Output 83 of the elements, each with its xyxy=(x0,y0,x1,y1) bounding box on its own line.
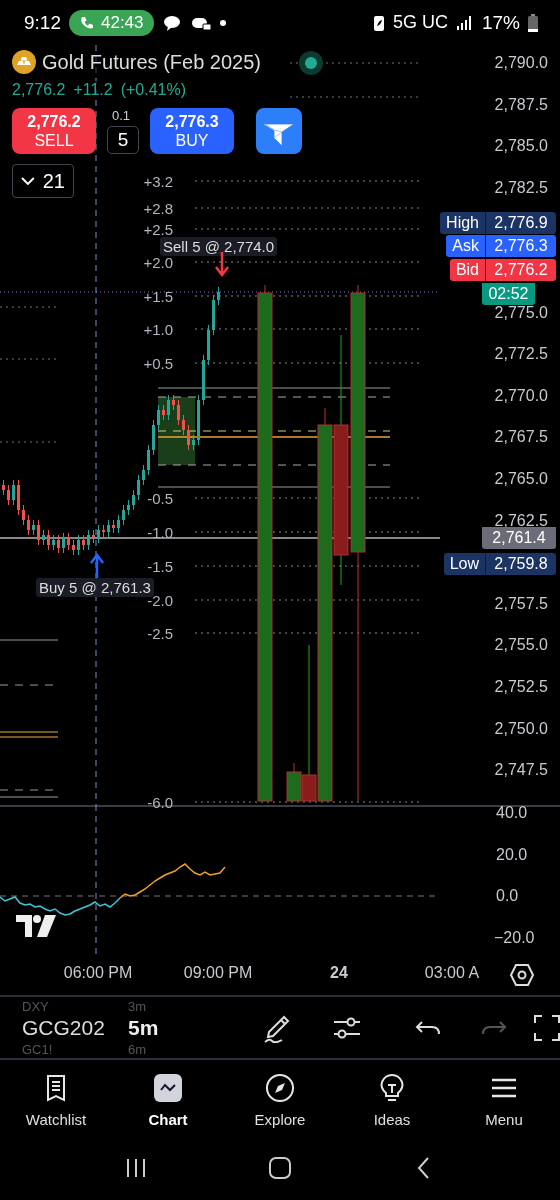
time-label: 09:00 PM xyxy=(183,964,253,982)
price-axis-label: 2,762.5 xyxy=(494,511,548,530)
dot-icon xyxy=(219,19,226,26)
price-axis-label: 2,772.5 xyxy=(494,345,548,364)
sell-button[interactable]: 2,776.2 SELL xyxy=(12,108,96,154)
level-label: +0.5 xyxy=(143,354,173,372)
price-axis-label: 2,750.0 xyxy=(494,719,548,738)
price-axis-label: 2,765.0 xyxy=(494,470,548,488)
fullscreen-button[interactable] xyxy=(532,1012,560,1043)
down-arrow-icon xyxy=(214,252,230,277)
compass-icon xyxy=(265,1072,295,1103)
price-change: +11.2 xyxy=(73,81,113,99)
level-label: +2.5 xyxy=(143,220,173,238)
price-tag-label: Low xyxy=(443,553,486,575)
countdown-tag: 02:52 xyxy=(482,283,535,305)
indicators-toggle[interactable]: 21 xyxy=(12,164,74,198)
price-axis-label: 2,767.5 xyxy=(494,428,548,447)
buy-button[interactable]: 2,776.3 BUY xyxy=(150,108,234,154)
day-label: 24 xyxy=(330,964,348,982)
price-axis-label: 2,747.5 xyxy=(494,761,548,780)
logo-icon xyxy=(15,913,57,939)
network-type: 5G UC xyxy=(392,12,448,33)
fullscreen-icon xyxy=(532,1012,560,1043)
price-axis-label: 2,785.0 xyxy=(494,137,548,156)
price-tag: 2,776.3 xyxy=(486,235,556,257)
level-label: -0.5 xyxy=(147,489,173,507)
price-tag-label: Ask xyxy=(446,235,486,257)
status-dot-icon xyxy=(299,51,323,75)
nav-tab[interactable]: Watchlist xyxy=(25,1068,87,1132)
level-label: +3.2 xyxy=(143,172,173,190)
signal-icon xyxy=(455,14,474,31)
quantity-field[interactable]: 5 xyxy=(107,126,139,154)
price-axis-label: 2,775.0 xyxy=(494,303,548,322)
lot-step: 0.1 xyxy=(112,108,131,123)
oscillator-axis-label: 20.0 xyxy=(496,845,528,864)
battery-level: 17% xyxy=(481,11,520,34)
chat-icon xyxy=(161,13,182,32)
level-label: -1.0 xyxy=(147,523,173,541)
oscillator-axis-label: −20.0 xyxy=(494,928,535,947)
interval-selector[interactable]: 5m xyxy=(128,1015,188,1040)
level-label: +2.0 xyxy=(143,253,173,271)
clock: 9:12 xyxy=(24,11,61,34)
up-arrow-icon xyxy=(89,553,105,578)
last-price: 2,776.2 xyxy=(12,81,66,99)
price-axis-label: 2,755.0 xyxy=(494,636,548,655)
level-label: +2.8 xyxy=(143,199,173,217)
nav-tab[interactable]: Ideas xyxy=(373,1068,411,1132)
battery-saver-icon xyxy=(372,13,385,32)
price-tag-label: Bid xyxy=(449,259,486,281)
level-label: +1.5 xyxy=(143,287,173,305)
symbol-selector[interactable]: GCG202 xyxy=(22,1015,128,1040)
price-tag: 2,761.4 xyxy=(482,527,556,549)
nav-tab[interactable]: Chart xyxy=(148,1068,188,1132)
price-tag: 2,759.8 xyxy=(486,553,556,575)
oscillator-axis-label: 0.0 xyxy=(496,887,519,905)
battery-icon xyxy=(528,13,538,32)
level-label: -1.5 xyxy=(147,557,173,575)
price-axis-label: 2,757.5 xyxy=(494,594,548,613)
chevron-down-icon xyxy=(21,176,35,186)
price-tag-label: High xyxy=(440,212,486,234)
settings-icon[interactable] xyxy=(510,963,534,987)
broker-button[interactable] xyxy=(256,108,302,154)
home-icon[interactable] xyxy=(268,1155,292,1180)
price-tag: 2,776.2 xyxy=(486,259,556,281)
price-axis-label: 2,787.5 xyxy=(494,95,548,114)
nav-tab[interactable]: Menu xyxy=(485,1068,523,1132)
time-label: 03:00 A xyxy=(424,964,480,982)
percent-change: (+0.41%) xyxy=(120,81,187,99)
trade-label: Buy 5 @ 2,761.3 xyxy=(36,578,154,597)
level-label: +1.0 xyxy=(143,320,173,338)
oscillator-axis-label: 40.0 xyxy=(496,804,528,822)
nav-tab[interactable]: Explore xyxy=(254,1068,306,1132)
trade-label: Sell 5 @ 2,774.0 xyxy=(160,237,278,256)
phone-icon xyxy=(79,14,95,31)
time-label: 06:00 PM xyxy=(63,964,133,982)
level-label: -2.5 xyxy=(147,624,173,642)
price-tag: 2,776.9 xyxy=(486,212,556,234)
ingot-icon xyxy=(12,50,36,74)
price-axis-label: 2,770.0 xyxy=(494,386,548,405)
price-axis-label: 2,790.0 xyxy=(494,54,548,72)
price-axis-label: 2,752.5 xyxy=(494,678,548,696)
price-axis-label: 2,782.5 xyxy=(494,178,548,197)
level-label: -6.0 xyxy=(147,793,173,811)
